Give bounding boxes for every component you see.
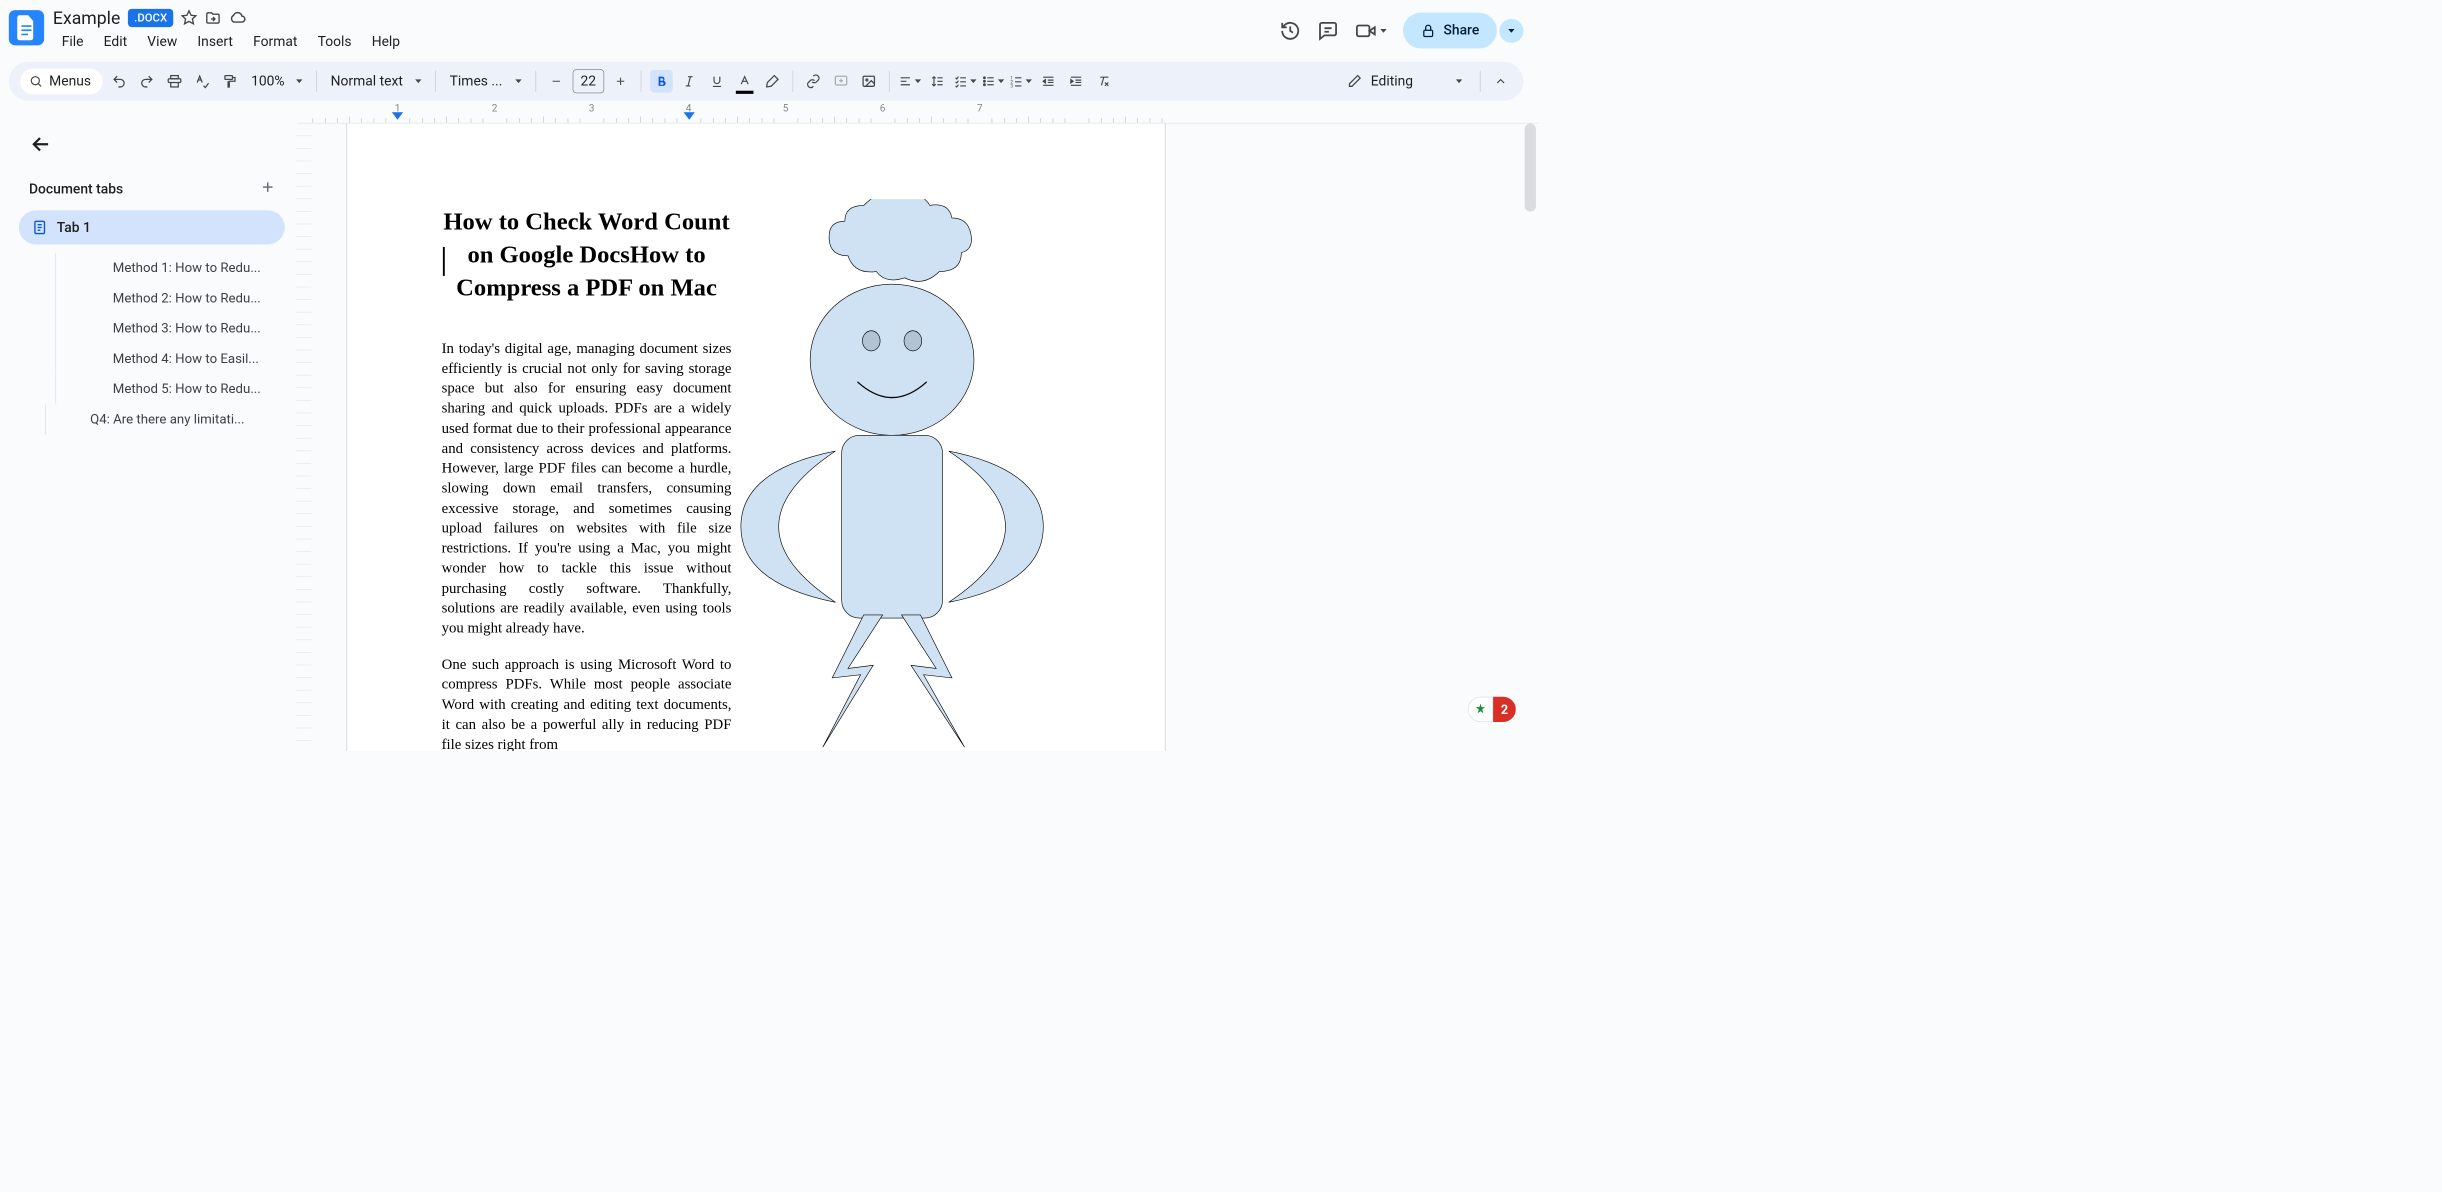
bullet-list-icon[interactable] xyxy=(981,70,1004,93)
text-color-icon[interactable] xyxy=(733,70,756,93)
share-dropdown[interactable] xyxy=(1499,19,1523,43)
tab-item-1[interactable]: Tab 1 xyxy=(19,210,285,244)
bold-icon[interactable] xyxy=(650,70,673,93)
increase-font-icon[interactable] xyxy=(609,70,632,93)
align-icon[interactable] xyxy=(898,70,921,93)
docs-logo[interactable] xyxy=(9,10,44,45)
print-icon[interactable] xyxy=(163,70,186,93)
spellcheck-icon[interactable] xyxy=(191,70,214,93)
menu-edit[interactable]: Edit xyxy=(95,30,136,53)
explore-fab[interactable]: 2 xyxy=(1468,697,1516,722)
search-menus[interactable]: Menus xyxy=(20,68,102,94)
vertical-ruler[interactable] xyxy=(296,123,311,750)
share-button[interactable]: Share xyxy=(1403,13,1497,49)
outline-item[interactable]: Method 4: How to Easil... xyxy=(55,344,284,374)
outline-item[interactable]: Method 1: How to Redu... xyxy=(55,253,284,283)
increase-indent-icon[interactable] xyxy=(1065,70,1088,93)
move-icon[interactable] xyxy=(205,9,221,25)
share-label: Share xyxy=(1443,23,1479,39)
font-dropdown[interactable]: Times ... xyxy=(445,73,527,89)
horizontal-ruler[interactable]: 1234567 xyxy=(297,101,1538,124)
star-icon[interactable] xyxy=(181,9,197,25)
menu-format[interactable]: Format xyxy=(244,30,306,53)
outline-item[interactable]: Q4: Are there any limitati... xyxy=(45,404,284,434)
paragraph-style-dropdown[interactable]: Normal text xyxy=(326,73,427,89)
collapse-toolbar-icon[interactable] xyxy=(1489,70,1512,93)
document-heading[interactable]: How to Check Word Count on Google DocsHo… xyxy=(442,205,732,304)
document-paragraph[interactable]: In today's digital age, managing documen… xyxy=(442,339,732,639)
menu-tools[interactable]: Tools xyxy=(309,30,361,53)
menu-help[interactable]: Help xyxy=(363,30,409,53)
vertical-scrollbar[interactable] xyxy=(1525,123,1536,211)
clear-format-icon[interactable] xyxy=(1092,70,1115,93)
document-title[interactable]: Example xyxy=(53,7,120,28)
decrease-font-icon[interactable] xyxy=(545,70,568,93)
menu-insert[interactable]: Insert xyxy=(189,30,242,53)
notification-badge: 2 xyxy=(1493,697,1516,722)
outline-item[interactable]: Method 3: How to Redu... xyxy=(55,314,284,344)
menus-label: Menus xyxy=(49,73,91,89)
image-icon[interactable] xyxy=(857,70,880,93)
numbered-list-icon[interactable]: 123 xyxy=(1009,70,1032,93)
tab-label: Tab 1 xyxy=(57,220,91,236)
document-page[interactable]: How to Check Word Count on Google DocsHo… xyxy=(347,123,1166,750)
sidebar: Document tabs Tab 1 Method 1: How to Red… xyxy=(0,123,296,750)
cloud-icon[interactable] xyxy=(229,9,247,27)
decrease-indent-icon[interactable] xyxy=(1037,70,1060,93)
menu-bar: File Edit View Insert Format Tools Help xyxy=(53,30,409,53)
add-comment-icon[interactable] xyxy=(830,70,853,93)
svg-text:3: 3 xyxy=(1010,84,1013,89)
font-size-input[interactable]: 22 xyxy=(573,69,605,93)
checklist-icon[interactable] xyxy=(954,70,977,93)
back-arrow-icon[interactable] xyxy=(30,134,285,158)
paint-format-icon[interactable] xyxy=(218,70,241,93)
drawing-figure[interactable] xyxy=(738,199,1047,751)
highlight-icon[interactable] xyxy=(761,70,784,93)
outline-item[interactable]: Method 2: How to Redu... xyxy=(55,284,284,314)
zoom-dropdown[interactable]: 100% xyxy=(246,73,307,89)
meet-icon[interactable] xyxy=(1355,20,1387,41)
add-tab-icon[interactable] xyxy=(260,179,276,199)
line-spacing-icon[interactable] xyxy=(926,70,949,93)
underline-icon[interactable] xyxy=(705,70,728,93)
menu-view[interactable]: View xyxy=(138,30,186,53)
link-icon[interactable] xyxy=(802,70,825,93)
history-icon[interactable] xyxy=(1280,20,1301,41)
text-cursor xyxy=(443,247,445,276)
document-paragraph[interactable]: One such approach is using Microsoft Wor… xyxy=(442,655,732,751)
redo-icon[interactable] xyxy=(135,70,158,93)
undo-icon[interactable] xyxy=(107,70,130,93)
outline-item[interactable]: Method 5: How to Redu... xyxy=(55,374,284,404)
document-tabs-label: Document tabs xyxy=(29,181,123,197)
docx-badge: .DOCX xyxy=(128,9,174,27)
italic-icon[interactable] xyxy=(678,70,701,93)
comment-icon[interactable] xyxy=(1317,20,1338,41)
menu-file[interactable]: File xyxy=(53,30,92,53)
toolbar: Menus 100% Normal text Times ... 22 123 xyxy=(9,62,1524,101)
editing-mode-dropdown[interactable]: Editing xyxy=(1338,73,1471,89)
